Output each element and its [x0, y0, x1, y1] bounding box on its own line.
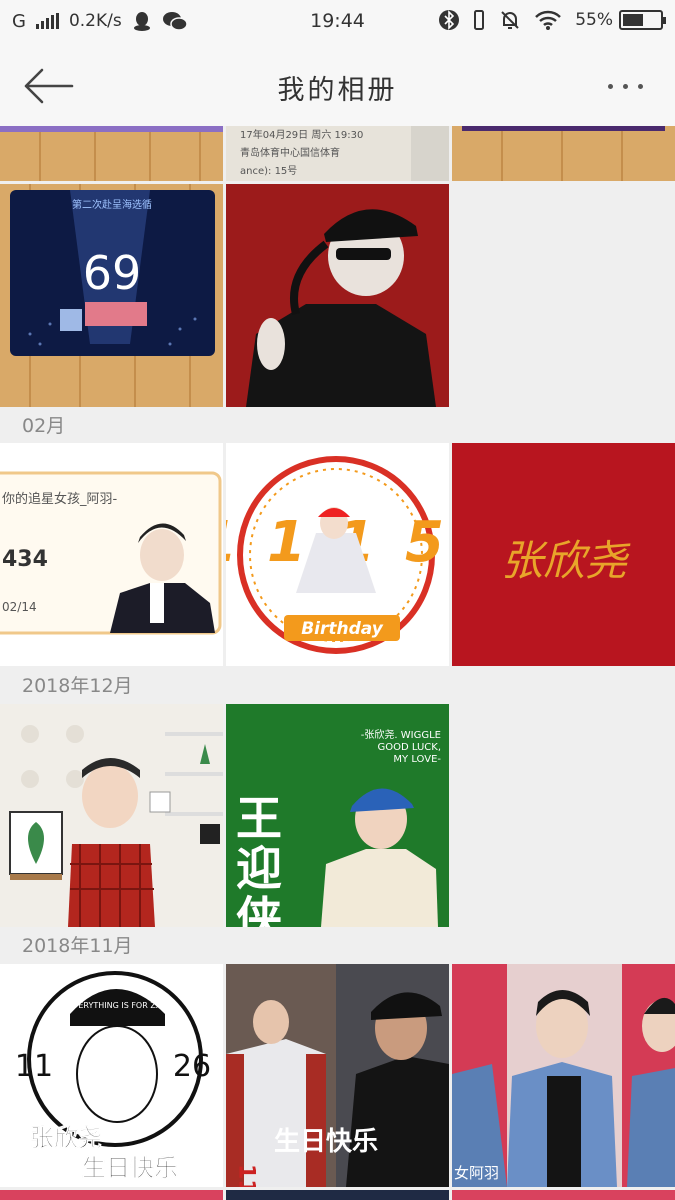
section-label: 02月: [22, 415, 66, 437]
calligraphy-name: 张欣尧: [501, 536, 631, 585]
card-date: 02/14: [2, 600, 37, 614]
photo-tile[interactable]: 1126 生日快乐: [226, 964, 449, 1187]
photo-tile[interactable]: EVERYTHING IS FOR ZXY 11 26 张欣尧 生日快乐: [0, 964, 223, 1187]
card-greeting: 你的追星女孩_阿羽-: [2, 491, 118, 507]
ticket-line: 青岛体育中心国信体育: [240, 146, 340, 159]
sketch-top-text: EVERYTHING IS FOR ZXY: [68, 1001, 166, 1010]
photo-wish: 生日快乐: [274, 1127, 378, 1157]
bluetooth-icon: [439, 10, 460, 30]
photo-tile[interactable]: 女阿羽: [452, 964, 675, 1187]
page-title: 我的相册: [277, 75, 398, 106]
photo-tile[interactable]: 1115 Birthday: [226, 443, 449, 666]
green-small-line: -张欣尧. WIGGLE: [361, 728, 441, 741]
photo-tile[interactable]: 你的追星女孩_阿羽- 434 02/14: [0, 443, 223, 666]
photo-tile[interactable]: [452, 126, 675, 181]
battery-icon: [619, 10, 666, 30]
battery-percent: 55%: [575, 10, 613, 30]
photo-tile[interactable]: [452, 1190, 675, 1200]
photo-tile[interactable]: [0, 126, 223, 181]
photo-tile[interactable]: [0, 704, 223, 927]
photo-tile[interactable]: 王迎侠 -张欣尧. WIGGLE GOOD LUCK, MY LOVE-: [226, 704, 449, 927]
status-bar: G 0.2K/s 19:44 55%: [0, 0, 675, 46]
birthday-word: Birthday: [301, 619, 384, 639]
ticket-line: 17年04月29日 周六 19:30: [240, 128, 363, 141]
photo-tile[interactable]: 17年04月29日 周六 19:30 青岛体育中心国信体育 ance): 15号: [226, 126, 449, 181]
sketch-wish: 生日快乐: [82, 1154, 178, 1182]
more-button[interactable]: [597, 68, 653, 104]
album-grid[interactable]: 17年04月29日 周六 19:30 青岛体育中心国信体育 ance): 15号…: [0, 126, 675, 1200]
concert-caption: 第二次赴呈海选循: [72, 198, 152, 211]
sketch-number-right: 26: [173, 1049, 211, 1084]
mute-bell-icon: [501, 11, 519, 29]
more-dots-icon: [607, 83, 613, 89]
section-label: 2018年11月: [22, 935, 133, 957]
vibrate-icon: [474, 10, 485, 30]
concert-number: 69: [83, 246, 142, 300]
photo-tile[interactable]: [0, 1190, 223, 1200]
sketch-name: 张欣尧: [30, 1124, 102, 1152]
ticket-line: ance): 15号: [240, 165, 297, 177]
green-big-text: 王迎侠: [229, 794, 283, 927]
denim-caption: 女阿羽: [454, 1164, 499, 1182]
photo-tile[interactable]: 第二次赴呈海选循 69: [0, 184, 223, 407]
green-small-line: GOOD LUCK,: [378, 742, 441, 753]
photo-number: 1126: [234, 1164, 259, 1187]
wifi-icon: [535, 10, 562, 30]
card-number: 434: [2, 547, 48, 572]
section-label: 2018年12月: [22, 675, 133, 697]
sketch-number-left: 11: [15, 1049, 53, 1084]
photo-tile[interactable]: 张欣尧: [452, 443, 675, 666]
title-bar: 我的相册: [0, 46, 675, 126]
green-small-line: MY LOVE-: [393, 754, 441, 765]
photo-tile[interactable]: [226, 1190, 449, 1200]
photo-tile[interactable]: [226, 184, 449, 407]
